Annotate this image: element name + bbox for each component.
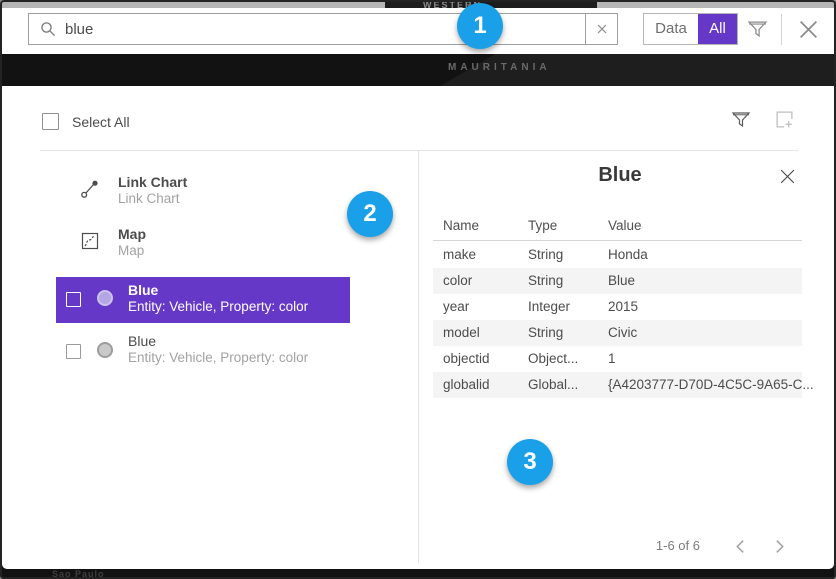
result-checkbox[interactable]	[66, 344, 81, 359]
add-to-selection-icon[interactable]	[774, 109, 795, 130]
search-overlay-window: WESTERN Data All	[0, 0, 836, 579]
cell-value: 1	[608, 351, 616, 366]
cell-name: make	[443, 247, 476, 262]
search-icon	[40, 21, 56, 37]
cell-type: Integer	[528, 299, 570, 314]
map-label-mauritania: MAURITANIA	[448, 62, 551, 73]
table-row: objectid Object... 1	[433, 346, 802, 372]
cell-value: {A4203777-D70D-4C5C-9A65-C...	[608, 377, 814, 392]
toolbar-divider	[781, 14, 782, 45]
cell-name: model	[443, 325, 480, 340]
search-bar[interactable]	[28, 13, 618, 45]
scope-all-button[interactable]: All	[698, 14, 737, 44]
table-header-divider	[433, 240, 802, 241]
pagination-label: 1-6 of 6	[600, 538, 700, 553]
column-header-name: Name	[443, 218, 479, 233]
cell-name: year	[443, 299, 469, 314]
results-filter-icon[interactable]	[731, 109, 751, 130]
table-row: year Integer 2015	[433, 294, 802, 320]
cell-type: String	[528, 325, 563, 340]
result-title: Blue	[128, 282, 158, 298]
cell-value: Honda	[608, 247, 648, 262]
select-all-checkbox[interactable]	[42, 113, 59, 130]
chevron-right-icon[interactable]	[773, 539, 787, 554]
select-all-label: Select All	[72, 114, 130, 130]
search-results-panel: Select All Link Chart Link Chart	[2, 86, 834, 569]
map-label-city: Sao Paulo	[52, 569, 105, 579]
cell-name: objectid	[443, 351, 490, 366]
map-background-top: WESTERN	[0, 0, 836, 8]
chevron-left-icon[interactable]	[733, 539, 747, 554]
scope-data-button[interactable]: Data	[644, 14, 698, 44]
map-background-strip: MAURITANIA	[0, 54, 836, 86]
table-row: model String Civic	[433, 320, 802, 346]
link-chart-icon	[80, 179, 100, 199]
result-subtitle: Map	[118, 243, 144, 258]
result-checkbox[interactable]	[66, 292, 81, 307]
entity-circle-icon	[97, 290, 113, 306]
table-row: make String Honda	[433, 242, 802, 268]
column-header-type: Type	[528, 218, 557, 233]
toolbar-filter-icon[interactable]	[747, 18, 768, 40]
result-item-blue[interactable]: Blue Entity: Vehicle, Property: color	[56, 329, 350, 375]
cell-type: Global...	[528, 377, 578, 392]
cell-type: String	[528, 247, 563, 262]
cell-value: Blue	[608, 273, 635, 288]
result-title: Map	[118, 226, 146, 242]
search-toolbar: Data All	[0, 8, 836, 54]
map-background-bottom: Sao Paulo	[0, 569, 836, 579]
callout-badge-2: 2	[347, 191, 393, 237]
list-detail-divider	[418, 151, 419, 563]
cell-value: 2015	[608, 299, 638, 314]
cell-name: color	[443, 273, 472, 288]
callout-badge-3: 3	[507, 439, 553, 485]
callout-badge-1: 1	[457, 3, 503, 49]
result-title: Link Chart	[118, 174, 187, 190]
result-subtitle: Entity: Vehicle, Property: color	[128, 350, 308, 365]
cell-type: String	[528, 273, 563, 288]
cell-value: Civic	[608, 325, 637, 340]
table-row: globalid Global... {A4203777-D70D-4C5C-9…	[433, 372, 802, 398]
clear-x-icon	[596, 23, 608, 35]
toolbar-close-icon[interactable]	[795, 16, 822, 43]
detail-title: Blue	[430, 164, 810, 187]
result-subtitle: Link Chart	[118, 191, 180, 206]
result-item-map[interactable]: Map Map	[78, 224, 348, 264]
result-subtitle: Entity: Vehicle, Property: color	[128, 299, 308, 314]
search-input[interactable]	[65, 21, 585, 38]
map-icon	[80, 231, 100, 251]
detail-close-icon[interactable]	[779, 168, 796, 185]
result-item-blue-selected[interactable]: Blue Entity: Vehicle, Property: color	[56, 277, 350, 323]
entity-circle-icon	[97, 342, 113, 358]
clear-search-button[interactable]	[585, 14, 617, 44]
column-header-value: Value	[608, 218, 642, 233]
cell-name: globalid	[443, 377, 490, 392]
cell-type: Object...	[528, 351, 578, 366]
result-title: Blue	[128, 333, 156, 349]
result-item-link-chart[interactable]: Link Chart Link Chart	[78, 172, 348, 212]
panel-header-divider	[40, 150, 798, 151]
table-row: color String Blue	[433, 268, 802, 294]
search-scope-toggle: Data All	[643, 13, 738, 45]
